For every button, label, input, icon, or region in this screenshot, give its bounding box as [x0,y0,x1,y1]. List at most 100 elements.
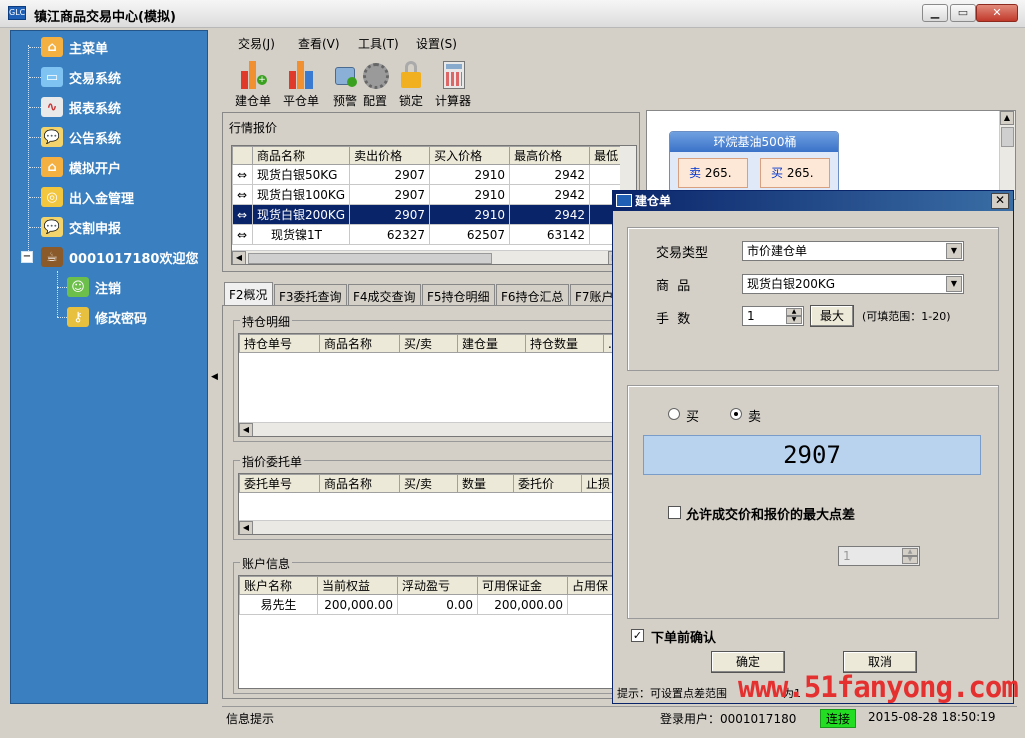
sidebar-item-delivery[interactable]: 💬 交割申报 [11,213,121,241]
watermark: www.51fanyong.com [738,670,1019,704]
point-diff-stepper[interactable]: 1 ▲ ▼ [838,546,920,566]
dialog-close-icon[interactable]: ✕ [991,193,1009,209]
max-quantity-button[interactable]: 最大 [810,305,854,327]
table-row[interactable]: 易先生 200,000.00 0.00 200,000.00 [239,594,623,615]
vertical-scrollbar[interactable]: ▲ [999,111,1015,199]
horizontal-scrollbar[interactable]: ◀ ▶ [232,250,636,264]
sidebar-item-announcements[interactable]: 💬 公告系统 [11,123,121,151]
chart-icon: ∿ [41,97,63,117]
quote-table[interactable]: 商品名称 卖出价格 买入价格 最高价格 最低 ⇔ 现货白银50KG 2907 2… [231,145,637,265]
dialog-hint: 提示：可设置点差范围 [617,687,727,700]
chevron-down-icon[interactable]: ▼ [946,276,962,292]
menu-trade[interactable]: 交易(J) [238,35,275,52]
stepper-up-icon[interactable]: ▲ [902,548,918,556]
close-order-button[interactable]: 平仓单 [278,56,324,108]
toolbar: + 建仓单 平仓单 预警 配置 锁定 计算器 [222,56,642,108]
collapse-toggle[interactable]: − [21,251,33,263]
table-row[interactable]: ⇔ 现货白银100KG 2907 2910 2942 [232,184,632,205]
horizontal-scrollbar[interactable]: ◀ [239,422,623,436]
account-table[interactable]: 账户名称 当前权益 浮动盈亏 可用保证金 占用保 易先生 200,000.00 … [238,575,624,689]
tab-overview[interactable]: F2概况 [224,282,273,306]
product-select[interactable]: 现货白银200KG ▼ [742,274,964,294]
sidebar-item-label: 出入金管理 [69,191,135,207]
stepper-up-icon[interactable]: ▲ [786,308,802,316]
sidebar-item-logout[interactable]: ☺ 注销 [11,273,121,301]
column-header[interactable]: 卖出价格 [349,146,431,165]
menu-view[interactable]: 查看(V) [298,35,340,52]
table-row[interactable]: ⇔ 现货镍1T 62327 62507 63142 [232,224,632,245]
price-frame: 买 卖 允许成交价和报价的最大点差 1 ▲ ▼ [627,385,999,619]
calculator-button[interactable]: 计算器 [430,56,476,108]
contract-card[interactable]: 环烷基油500桶 卖 265. 买 265. [669,131,839,193]
window-title: 镇江商品交易中心(模拟) [34,10,176,25]
sidebar-item-label: 交割申报 [69,221,122,237]
menu-tools[interactable]: 工具(T) [358,35,399,52]
dialog-app-icon [616,194,632,207]
buy-label: 买 [686,410,700,425]
arrows-icon: ⇔ [232,224,253,245]
tab-trade-query[interactable]: F4成交查询 [348,284,421,306]
coins-icon: ◎ [41,187,63,207]
account-group: 账户信息 账户名称 当前权益 浮动盈亏 可用保证金 占用保 易先生 200,00… [233,555,629,694]
app-icon: GLC [8,6,26,20]
tab-position-detail[interactable]: F5持仓明细 [422,284,495,306]
sidebar-item-reports[interactable]: ∿ 报表系统 [11,93,121,121]
status-info: 信息提示 [226,712,275,726]
quantity-stepper[interactable]: 1 ▲ ▼ [742,306,804,326]
table-row[interactable]: ⇔ 现货白银50KG 2907 2910 2942 [232,164,632,185]
title-bar: GLC 镇江商品交易中心(模拟) ▁ ▭ ✕ [0,0,1025,28]
collapse-arrow-icon[interactable]: ◀ [211,372,218,382]
sidebar-item-change-password[interactable]: ⚷ 修改密码 [11,303,147,331]
column-header[interactable]: 买入价格 [429,146,511,165]
scroll-left-icon[interactable]: ◀ [239,423,253,436]
tab-position-summary[interactable]: F6持仓汇总 [496,284,569,306]
stepper-down-icon[interactable]: ▼ [902,556,918,564]
limit-orders-table[interactable]: 委托单号 商品名称 买/卖 数量 委托价 止损 ◀ [238,473,624,535]
scroll-up-icon[interactable]: ▲ [1000,111,1014,125]
lock-button[interactable]: 锁定 [388,56,434,108]
sidebar-item-demo-account[interactable]: ⌂ 模拟开户 [11,153,121,181]
sell-radio[interactable] [730,408,742,420]
column-header[interactable]: 最高价格 [509,146,591,165]
lock-icon [397,59,425,89]
horizontal-scrollbar[interactable]: ◀ [239,520,623,534]
group-title: 账户信息 [240,555,293,572]
sidebar-item-label: 报表系统 [69,101,122,117]
trade-type-select[interactable]: 市价建仓单 ▼ [742,241,964,261]
home-icon: ⌂ [41,37,63,57]
buy-price-button[interactable]: 买 265. [760,158,830,188]
stepper-down-icon[interactable]: ▼ [786,316,802,324]
sidebar-item-main-menu[interactable]: ⌂ 主菜单 [11,33,108,61]
tab-order-query[interactable]: F3委托查询 [274,284,347,306]
scroll-thumb[interactable] [1001,127,1014,147]
sidebar-item-funds[interactable]: ◎ 出入金管理 [11,183,134,211]
trade-type-label: 交易类型 [656,246,709,261]
confirm-before-order-checkbox[interactable]: ✓ [631,629,644,642]
status-bar: 信息提示 登录用户：0001017180 连接 2015-08-28 18:50… [222,706,1017,728]
column-header[interactable]: 商品名称 [251,146,351,165]
group-title: 指价委托单 [240,453,305,470]
scroll-left-icon[interactable]: ◀ [232,251,246,264]
key-icon: ⚷ [67,307,89,327]
minimize-button[interactable]: ▁ [922,4,948,22]
chevron-down-icon[interactable]: ▼ [946,243,962,259]
scroll-thumb[interactable] [248,253,492,264]
maximize-button[interactable]: ▭ [950,4,976,22]
table-row-selected[interactable]: ⇔ 现货白银200KG 2907 2910 2942 [232,204,632,225]
positions-table[interactable]: 持仓单号 商品名称 买/卖 建仓量 持仓数量 ... ◀ [238,333,624,437]
sidebar-item-user[interactable]: − ☕ 0001017180欢迎您 [11,243,198,271]
buy-radio[interactable] [668,408,680,420]
menu-settings[interactable]: 设置(S) [416,35,457,52]
sell-label: 卖 [748,410,762,425]
splitter[interactable] [208,30,220,704]
sidebar-item-trading[interactable]: ▭ 交易系统 [11,63,121,91]
overview-panel: 持仓明细 持仓单号 商品名称 买/卖 建仓量 持仓数量 ... ◀ 指价委托单 [222,305,640,699]
price-display: 2907 [643,435,981,475]
open-order-button[interactable]: + 建仓单 [230,56,276,108]
connection-status-badge: 连接 [820,709,857,728]
sidebar-item-label: 公告系统 [69,131,122,147]
sell-price-button[interactable]: 卖 265. [678,158,748,188]
scroll-left-icon[interactable]: ◀ [239,521,253,534]
allow-diff-checkbox[interactable] [668,506,681,519]
close-button[interactable]: ✕ [976,4,1018,22]
